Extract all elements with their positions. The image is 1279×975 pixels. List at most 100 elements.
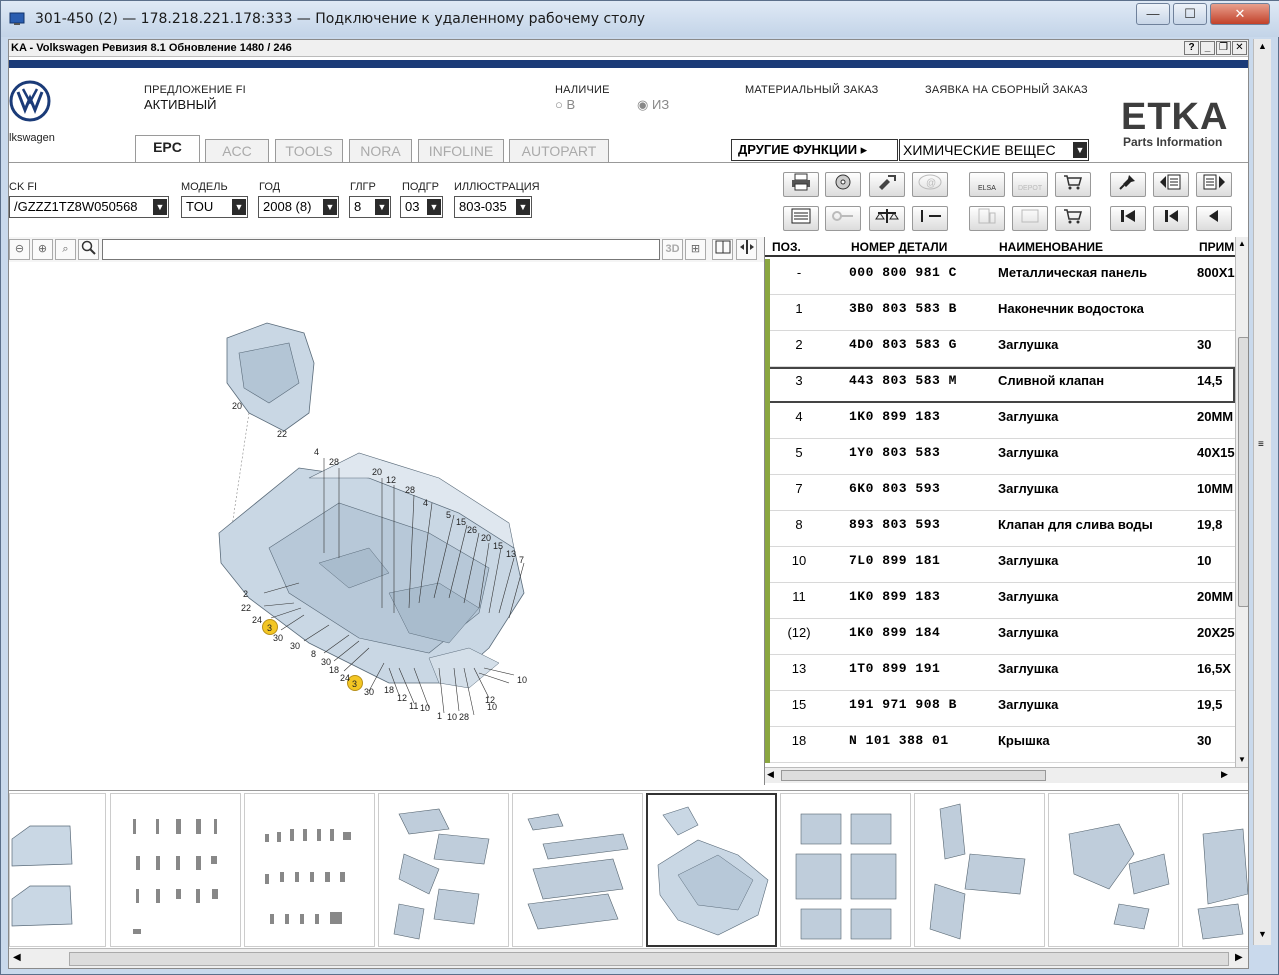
callout-label[interactable]: 8 bbox=[311, 649, 316, 659]
parts-vertical-scrollbar[interactable]: ▲ ▼ bbox=[1235, 237, 1248, 767]
callout-label[interactable]: 30 bbox=[364, 687, 374, 697]
model-select[interactable]: TOU ▼ bbox=[181, 196, 248, 218]
app-minimize-button[interactable]: _ bbox=[1200, 41, 1215, 55]
list-button[interactable] bbox=[783, 206, 819, 231]
callout-label[interactable]: 30 bbox=[273, 633, 283, 643]
scroll-thumb[interactable] bbox=[1238, 337, 1248, 607]
pin-button[interactable] bbox=[1110, 172, 1146, 197]
compare-button[interactable]: ⊞ bbox=[685, 239, 706, 260]
cd-button[interactable] bbox=[825, 172, 861, 197]
elsa-button[interactable]: ELSA bbox=[969, 172, 1005, 197]
table-row[interactable]: 5 1Y0 803 583 Заглушка 40X15 bbox=[765, 439, 1235, 475]
minimize-button[interactable]: — bbox=[1136, 3, 1170, 25]
material-order-link[interactable]: МАТЕРИАЛЬНЫЙ ЗАКАЗ bbox=[745, 84, 878, 96]
callout-label[interactable]: 20 bbox=[481, 533, 491, 543]
tab-autopart[interactable]: AUTOPART bbox=[509, 139, 609, 163]
callout-label[interactable]: 28 bbox=[405, 485, 415, 495]
tab-epc[interactable]: EPC bbox=[135, 135, 200, 163]
callout-label[interactable]: 3 bbox=[352, 679, 357, 689]
resize-divider-button[interactable] bbox=[736, 239, 757, 260]
cabinet-button[interactable] bbox=[969, 206, 1005, 231]
scroll-thumb[interactable] bbox=[781, 770, 1046, 781]
close-button[interactable]: ✕ bbox=[1210, 3, 1270, 25]
zoom-out-button[interactable]: ⊖ bbox=[9, 239, 30, 260]
first-button[interactable] bbox=[1110, 206, 1146, 231]
thumbnail[interactable] bbox=[9, 793, 106, 947]
callout-label[interactable]: 4 bbox=[314, 447, 319, 457]
callout-label[interactable]: 13 bbox=[506, 549, 516, 559]
col-remark[interactable]: ПРИМ bbox=[1199, 240, 1234, 254]
table-row[interactable]: 15 191 971 908 B Заглушка 19,5 bbox=[765, 691, 1235, 727]
zoom-text-button[interactable]: ⌕ bbox=[55, 239, 76, 260]
illustration-select[interactable]: 803-035 ▼ bbox=[454, 196, 532, 218]
key-button[interactable] bbox=[825, 206, 861, 231]
grip-icon[interactable]: ≡ bbox=[1258, 439, 1264, 450]
year-select[interactable]: 2008 (8) ▼ bbox=[258, 196, 339, 218]
table-row[interactable]: 7 6K0 803 593 Заглушка 10MM bbox=[765, 475, 1235, 511]
thumbnail-selected[interactable] bbox=[646, 793, 777, 947]
underbody-drawing[interactable]: 20 22 4 28 20 12 28 4 5 15 26 20 15 13 7… bbox=[9, 263, 764, 788]
chemicals-dropdown[interactable]: ХИМИЧЕСКИЕ ВЕЩЕС ▼ bbox=[899, 139, 1089, 161]
outer-vertical-scrollbar[interactable]: ▲ ≡ ▼ bbox=[1253, 39, 1271, 945]
help-button[interactable]: ? bbox=[1184, 41, 1199, 55]
callout-label[interactable]: 7 bbox=[519, 555, 524, 565]
col-pos[interactable]: ПОЗ. bbox=[772, 240, 801, 254]
callout-label[interactable]: 24 bbox=[252, 615, 262, 625]
scroll-left-icon[interactable]: ◀ bbox=[13, 952, 21, 963]
parts-horizontal-scrollbar[interactable]: ◀ ▶ bbox=[765, 767, 1248, 783]
thumbnail[interactable] bbox=[914, 793, 1045, 947]
callout-label[interactable]: 18 bbox=[384, 685, 394, 695]
callout-label[interactable]: 24 bbox=[340, 673, 350, 683]
table-row[interactable]: 18 N 101 388 01 Крышка 30 bbox=[765, 727, 1235, 763]
callout-label[interactable]: 20 bbox=[232, 401, 242, 411]
tab-tools[interactable]: TOOLS bbox=[275, 139, 343, 163]
callout-label[interactable]: 1 bbox=[437, 711, 442, 721]
parts-button[interactable] bbox=[869, 172, 905, 197]
callout-label[interactable]: 2 bbox=[243, 589, 248, 599]
callout-label[interactable]: 18 bbox=[329, 665, 339, 675]
callout-label[interactable]: 4 bbox=[423, 498, 428, 508]
3d-button[interactable]: 3D bbox=[662, 239, 683, 260]
maximize-button[interactable]: ☐ bbox=[1173, 3, 1207, 25]
sub-group-select[interactable]: 03 ▼ bbox=[400, 196, 443, 218]
cart-add-button[interactable] bbox=[1055, 172, 1091, 197]
scroll-down-icon[interactable]: ▼ bbox=[1258, 929, 1267, 939]
depot-button[interactable]: DEPOT bbox=[1012, 172, 1048, 197]
app-close-button[interactable]: ✕ bbox=[1232, 41, 1247, 55]
back-button[interactable] bbox=[1196, 206, 1232, 231]
tab-infoline[interactable]: INFOLINE bbox=[418, 139, 504, 163]
search-input[interactable] bbox=[102, 239, 660, 260]
query-button[interactable]: @ bbox=[912, 172, 948, 197]
col-number[interactable]: НОМЕР ДЕТАЛИ bbox=[851, 240, 947, 254]
scroll-thumb[interactable] bbox=[69, 952, 1229, 966]
thumbnail[interactable] bbox=[244, 793, 375, 947]
table-row[interactable]: - 000 800 981 C Металлическая панель 800X1 bbox=[765, 259, 1235, 295]
table-row[interactable]: 8 893 803 593 Клапан для слива воды 19,8 bbox=[765, 511, 1235, 547]
thumbnail[interactable] bbox=[512, 793, 643, 947]
range-button[interactable] bbox=[912, 206, 948, 231]
tab-nora[interactable]: NORA bbox=[349, 139, 412, 163]
callout-label[interactable]: 20 bbox=[372, 467, 382, 477]
zoom-in-button[interactable]: ⊕ bbox=[32, 239, 53, 260]
callout-label[interactable]: 12 bbox=[386, 475, 396, 485]
callout-label[interactable]: 22 bbox=[277, 429, 287, 439]
app-restore-button[interactable]: ❐ bbox=[1216, 41, 1231, 55]
callout-label[interactable]: 3 bbox=[267, 623, 272, 633]
search-button[interactable] bbox=[78, 239, 99, 260]
prev-button[interactable] bbox=[1153, 206, 1189, 231]
prev-page-button[interactable] bbox=[1153, 172, 1189, 197]
order-button[interactable] bbox=[1012, 206, 1048, 231]
avail-in-radio[interactable]: ○ В bbox=[555, 97, 575, 112]
scroll-up-icon[interactable]: ▲ bbox=[1238, 239, 1246, 248]
tab-acc[interactable]: ACC bbox=[205, 139, 269, 163]
thumbnail[interactable] bbox=[780, 793, 911, 947]
scroll-right-icon[interactable]: ▶ bbox=[1235, 952, 1243, 963]
table-row[interactable]: 13 1T0 899 191 Заглушка 16,5X bbox=[765, 655, 1235, 691]
scroll-left-icon[interactable]: ◀ bbox=[767, 769, 774, 780]
callout-label[interactable]: 28 bbox=[329, 457, 339, 467]
thumbnail[interactable] bbox=[1182, 793, 1248, 947]
thumbnail[interactable] bbox=[1048, 793, 1179, 947]
table-row[interactable]: 11 1K0 899 183 Заглушка 20MM bbox=[765, 583, 1235, 619]
assembly-order-link[interactable]: ЗАЯВКА НА СБОРНЫЙ ЗАКАЗ bbox=[925, 84, 1088, 96]
callout-label[interactable]: 28 bbox=[459, 712, 469, 722]
